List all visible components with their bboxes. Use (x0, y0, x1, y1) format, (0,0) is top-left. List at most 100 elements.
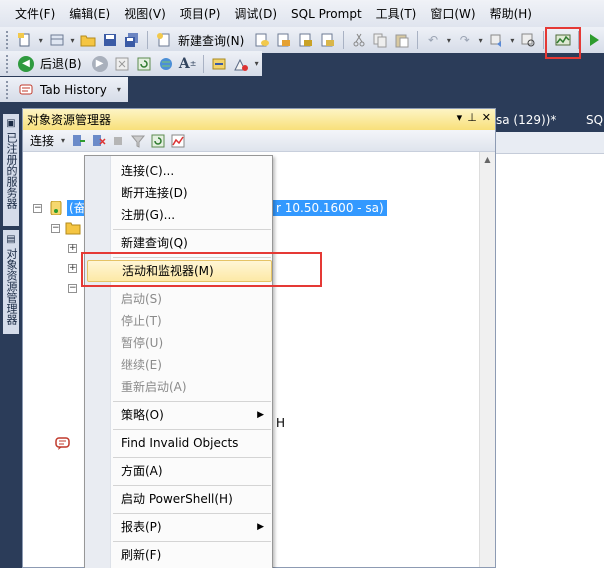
toolbar-grip[interactable] (6, 80, 10, 99)
save-all-icon[interactable] (122, 30, 142, 50)
menu-item-policies[interactable]: 策略(O) ▶ (87, 404, 272, 426)
copy-icon[interactable] (370, 30, 390, 50)
tree-collapse-icon[interactable]: − (33, 204, 42, 213)
stop-square-icon[interactable] (109, 132, 127, 150)
submenu-arrow-icon: ▶ (257, 522, 264, 532)
menu-item-label: 报表(P) (121, 520, 162, 534)
forward-icon[interactable]: ▶ (90, 54, 110, 74)
toolbar-grip[interactable] (6, 54, 10, 73)
query-editor[interactable] (495, 132, 604, 568)
connect-dropdown-icon[interactable]: ▾ (59, 136, 67, 145)
menu-item-label: 新建查询(Q) (121, 236, 188, 250)
back-button[interactable]: ◀ 后退(B) (15, 54, 88, 74)
menu-edit[interactable]: 编辑(E) (62, 3, 117, 25)
menu-file[interactable]: 文件(F) (8, 3, 62, 25)
menu-window[interactable]: 窗口(W) (423, 3, 482, 25)
sync-toc-icon[interactable] (209, 54, 229, 74)
menu-item-label: 重新启动(A) (121, 380, 187, 394)
annotation-highlight-menu-item (81, 252, 322, 287)
navigate-dropdown-icon[interactable]: ▾ (508, 36, 516, 45)
analysis-services-dmx-query-icon[interactable] (296, 30, 316, 50)
menu-item-reports[interactable]: 报表(P) ▶ (87, 516, 272, 538)
undo-dropdown-icon[interactable]: ▾ (445, 36, 453, 45)
document-tab-sql[interactable]: SQ (586, 110, 603, 130)
registered-servers-icon: ▣ (6, 118, 16, 129)
menu-item-register[interactable]: 注册(G)... (87, 204, 272, 226)
add-item-dropdown-icon[interactable]: ▾ (69, 36, 77, 45)
menu-item-new-query[interactable]: 新建查询(Q) (87, 232, 272, 254)
filter-icon[interactable] (129, 132, 147, 150)
window-position-dropdown-icon[interactable]: ▾ (457, 111, 463, 124)
new-query-icon (156, 33, 170, 47)
open-folder-icon[interactable] (79, 30, 99, 50)
stop-icon[interactable] (112, 54, 132, 74)
undo-icon[interactable]: ↶ (423, 30, 443, 50)
tree-expand-icon[interactable]: + (68, 244, 77, 253)
menu-separator (113, 513, 271, 514)
connect-server-icon[interactable] (69, 132, 87, 150)
close-icon[interactable]: ✕ (482, 111, 491, 124)
menu-separator (113, 429, 271, 430)
menu-item-facets[interactable]: 方面(A) (87, 460, 272, 482)
document-tab-query[interactable]: sa (129))* (496, 110, 556, 130)
add-item-icon[interactable] (47, 30, 67, 50)
toolbar-separator (342, 31, 344, 49)
execute-play-icon[interactable] (584, 30, 604, 50)
navigation-toolbar: ◀ 后退(B) ▶ A ± ▾ (0, 51, 262, 76)
connect-dropdown-button[interactable]: 连接 (27, 132, 57, 149)
disconnect-server-icon[interactable] (89, 132, 107, 150)
menu-item-connect[interactable]: 连接(C)... (87, 160, 272, 182)
tree-expand-icon[interactable]: + (68, 264, 77, 273)
analysis-services-mdx-query-icon[interactable] (274, 30, 294, 50)
menu-project[interactable]: 项目(P) (173, 3, 228, 25)
toolbar-overflow-icon[interactable]: ▾ (115, 85, 123, 94)
object-explorer-tab[interactable]: ▤ 对象资源管理器 (3, 230, 19, 334)
server-node-label-suffix[interactable]: r 10.50.1600 - sa) (273, 200, 387, 216)
toolbar-overflow-icon[interactable]: ▾ (253, 59, 261, 68)
refresh-icon[interactable] (149, 132, 167, 150)
menu-separator (113, 541, 271, 542)
font-size-icon[interactable]: A ± (178, 54, 198, 74)
paste-icon[interactable] (392, 30, 412, 50)
scroll-up-arrow-icon[interactable]: ▲ (480, 152, 495, 168)
tree-collapse-icon[interactable]: − (51, 224, 60, 233)
menu-item-label: 停止(T) (121, 314, 162, 328)
menu-item-start-powershell[interactable]: 启动 PowerShell(H) (87, 488, 272, 510)
vertical-scrollbar[interactable]: ▲ (479, 152, 495, 567)
forward-arrow-icon: ▶ (91, 55, 108, 72)
analysis-services-xmla-query-icon[interactable] (318, 30, 338, 50)
new-project-icon[interactable] (15, 30, 35, 50)
auto-hide-pin-icon[interactable]: ⊥ (467, 111, 477, 124)
save-icon[interactable] (100, 30, 120, 50)
menu-item-label: 暂停(U) (121, 336, 164, 350)
redo-icon[interactable]: ↷ (455, 30, 475, 50)
menu-debug[interactable]: 调试(D) (227, 3, 284, 25)
redo-dropdown-icon[interactable]: ▾ (477, 36, 485, 45)
find-icon[interactable] (518, 30, 538, 50)
menu-item-refresh[interactable]: 刷新(F) (87, 544, 272, 566)
tab-history-button[interactable]: Tab History (15, 80, 113, 100)
toolbar-separator (417, 31, 419, 49)
toolbar-grip[interactable] (6, 31, 10, 49)
refresh-icon[interactable] (134, 54, 154, 74)
activity-report-icon[interactable] (169, 132, 187, 150)
menu-item-disconnect[interactable]: 断开连接(D) (87, 182, 272, 204)
new-query-button[interactable]: 新建查询(N) (153, 30, 250, 50)
cut-icon[interactable] (349, 30, 369, 50)
tab-history-label: Tab History (40, 82, 107, 97)
navigate-icon[interactable] (487, 30, 507, 50)
menu-tools[interactable]: 工具(T) (369, 3, 424, 25)
web-globe-icon[interactable] (156, 54, 176, 74)
menu-item-find-invalid-objects[interactable]: Find Invalid Objects (55, 432, 272, 454)
ask-question-icon[interactable] (231, 54, 251, 74)
new-project-dropdown-icon[interactable]: ▾ (37, 36, 45, 45)
menu-item-label: 注册(G)... (121, 208, 176, 222)
menu-view[interactable]: 视图(V) (117, 3, 173, 25)
tree-collapse-icon[interactable]: − (68, 284, 77, 293)
menu-help[interactable]: 帮助(H) (483, 3, 539, 25)
menu-sql-prompt[interactable]: SQL Prompt (284, 3, 369, 25)
back-label: 后退(B) (40, 57, 82, 71)
registered-servers-tab[interactable]: ▣ 已注册的服务器 (3, 114, 19, 226)
database-engine-query-icon[interactable] (252, 30, 272, 50)
new-query-label: 新建查询(N) (177, 33, 245, 48)
